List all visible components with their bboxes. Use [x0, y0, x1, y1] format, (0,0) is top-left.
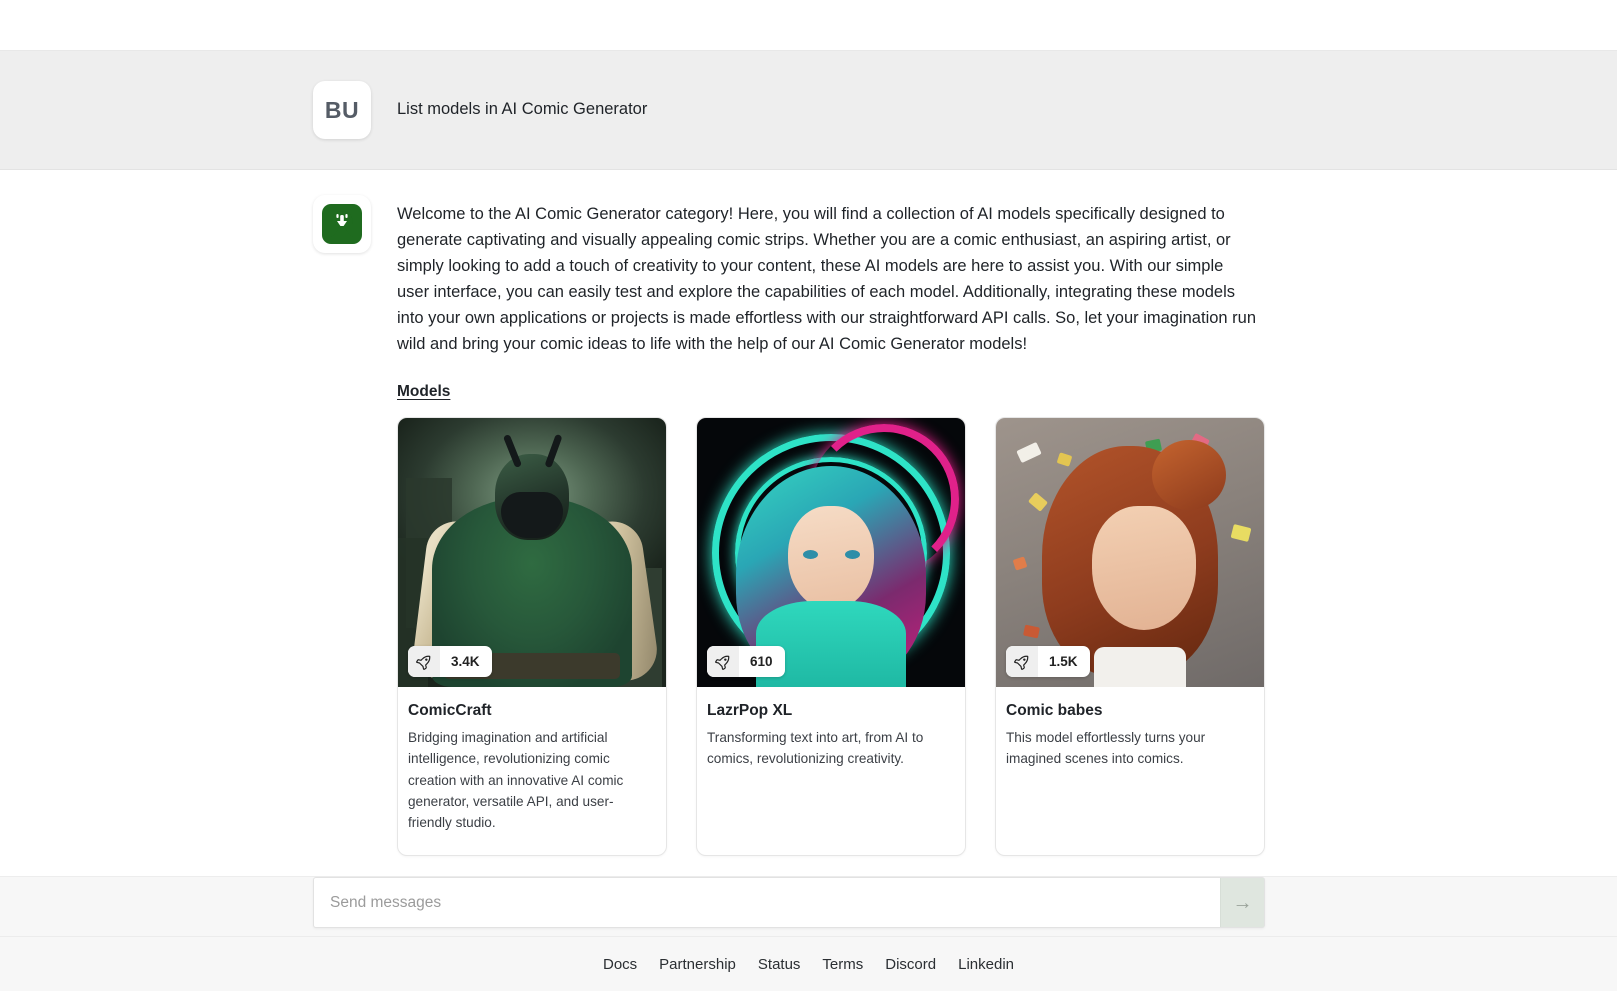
user-avatar: BU [313, 81, 371, 139]
top-spacer [0, 0, 1617, 51]
plug-logo-icon [322, 204, 362, 244]
assistant-body: Welcome to the AI Comic Generator catego… [397, 195, 1259, 991]
footer-link-discord[interactable]: Discord [885, 956, 936, 973]
model-card-description: Bridging imagination and artificial inte… [408, 727, 656, 832]
run-count-value: 3.4K [440, 654, 492, 669]
run-count-value: 1.5K [1038, 654, 1090, 669]
user-message-text: List models in AI Comic Generator [397, 81, 647, 123]
model-card[interactable]: 3.4K ComicCraft Bridging imagination and… [397, 417, 667, 856]
assistant-message-row: Welcome to the AI Comic Generator catego… [0, 170, 1617, 991]
rocket-icon [408, 646, 440, 677]
model-card-title: Comic babes [1006, 702, 1254, 720]
model-card-media: 610 [697, 418, 965, 687]
message-input[interactable] [314, 878, 1220, 927]
model-card-body: LazrPop XL Transforming text into art, f… [697, 687, 965, 781]
model-card[interactable]: 610 LazrPop XL Transforming text into ar… [696, 417, 966, 856]
model-card-grid: 3.4K ComicCraft Bridging imagination and… [397, 417, 1259, 856]
assistant-avatar [313, 195, 371, 253]
run-count-badge: 3.4K [408, 646, 492, 677]
footer: Docs Partnership Status Terms Discord Li… [0, 936, 1617, 991]
footer-link-docs[interactable]: Docs [603, 956, 637, 973]
rocket-icon [1006, 646, 1038, 677]
assistant-paragraph: Welcome to the AI Comic Generator catego… [397, 201, 1259, 357]
rocket-icon [707, 646, 739, 677]
user-avatar-initials: BU [325, 97, 359, 124]
footer-link-partnership[interactable]: Partnership [659, 956, 736, 973]
chat-page: BU List models in AI Comic Generator Wel… [0, 0, 1617, 991]
footer-link-status[interactable]: Status [758, 956, 801, 973]
run-count-badge: 610 [707, 646, 785, 677]
footer-link-linkedin[interactable]: Linkedin [958, 956, 1014, 973]
model-card-media: 1.5K [996, 418, 1264, 687]
model-card[interactable]: 1.5K Comic babes This model effortlessly… [995, 417, 1265, 856]
footer-link-terms[interactable]: Terms [822, 956, 863, 973]
run-count-badge: 1.5K [1006, 646, 1090, 677]
model-card-description: This model effortlessly turns your imagi… [1006, 727, 1254, 769]
send-button[interactable]: → [1220, 878, 1264, 927]
user-message-inner: BU List models in AI Comic Generator [0, 81, 647, 139]
model-card-media: 3.4K [398, 418, 666, 687]
model-card-description: Transforming text into art, from AI to c… [707, 727, 955, 769]
model-card-title: LazrPop XL [707, 702, 955, 720]
run-count-value: 610 [739, 654, 785, 669]
model-card-body: Comic babes This model effortlessly turn… [996, 687, 1264, 781]
model-card-title: ComicCraft [408, 702, 656, 720]
composer-bar: → [0, 876, 1617, 936]
user-message-row: BU List models in AI Comic Generator [0, 51, 1617, 170]
composer: → [313, 877, 1265, 928]
model-card-body: ComicCraft Bridging imagination and arti… [398, 687, 666, 844]
arrow-right-icon: → [1233, 893, 1253, 913]
models-heading: Models [397, 383, 450, 401]
models-heading-wrap: Models [397, 383, 1259, 417]
